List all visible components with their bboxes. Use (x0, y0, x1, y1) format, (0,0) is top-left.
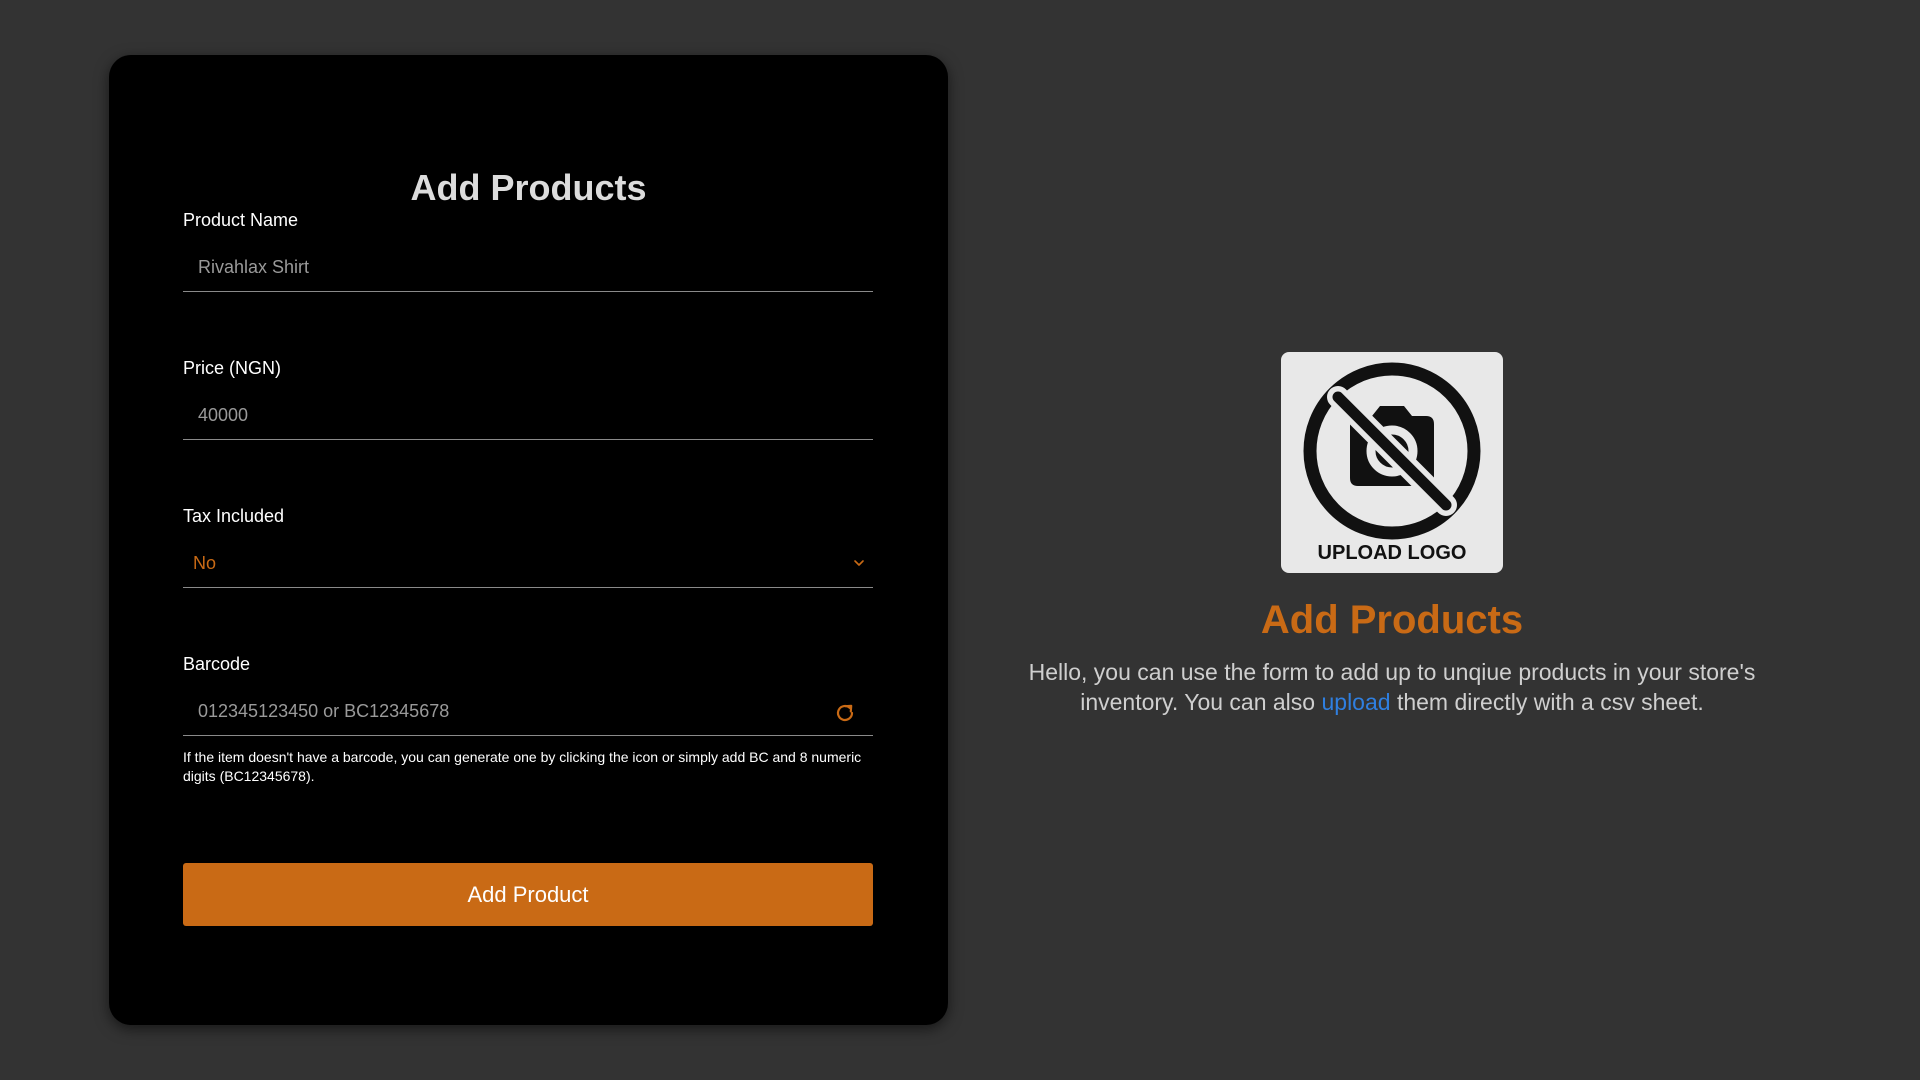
refresh-icon[interactable] (833, 701, 857, 725)
info-text-end: them directly with a csv sheet. (1390, 689, 1704, 715)
product-name-label: Product Name (183, 210, 299, 230)
info-description: Hello, you can use the form to add up to… (1000, 657, 1784, 717)
no-camera-icon (1303, 362, 1481, 540)
barcode-placeholder: 012345123450 or BC12345678 (198, 701, 450, 721)
barcode-helper-text: If the item doesn't have a barcode, you … (183, 749, 862, 784)
price-label: Price (NGN) (183, 358, 281, 378)
upload-logo-button[interactable]: UPLOAD LOGO (1281, 352, 1503, 573)
tax-included-select[interactable]: No (183, 542, 873, 588)
tax-included-label: Tax Included (183, 506, 285, 526)
price-value: 40000 (198, 405, 249, 425)
product-name-input[interactable]: Rivahlax Shirt (183, 246, 873, 292)
barcode-input[interactable]: 012345123450 or BC12345678 (183, 690, 873, 736)
info-title: Add Products (1260, 598, 1524, 642)
add-product-button[interactable]: Add Product (183, 863, 873, 926)
upload-logo-label: UPLOAD LOGO (1317, 542, 1467, 564)
add-product-form: Add Products Product Name Rivahlax Shirt… (109, 55, 948, 1025)
price-input[interactable]: 40000 (183, 394, 873, 440)
form-title: Add Products (410, 167, 647, 208)
product-name-value: Rivahlax Shirt (198, 257, 310, 277)
page: Add Products Product Name Rivahlax Shirt… (0, 0, 1920, 1080)
chevron-down-icon (854, 560, 864, 566)
upload-csv-link[interactable]: upload (1321, 689, 1390, 715)
barcode-label: Barcode (183, 654, 251, 674)
tax-included-selected: No (193, 553, 217, 573)
